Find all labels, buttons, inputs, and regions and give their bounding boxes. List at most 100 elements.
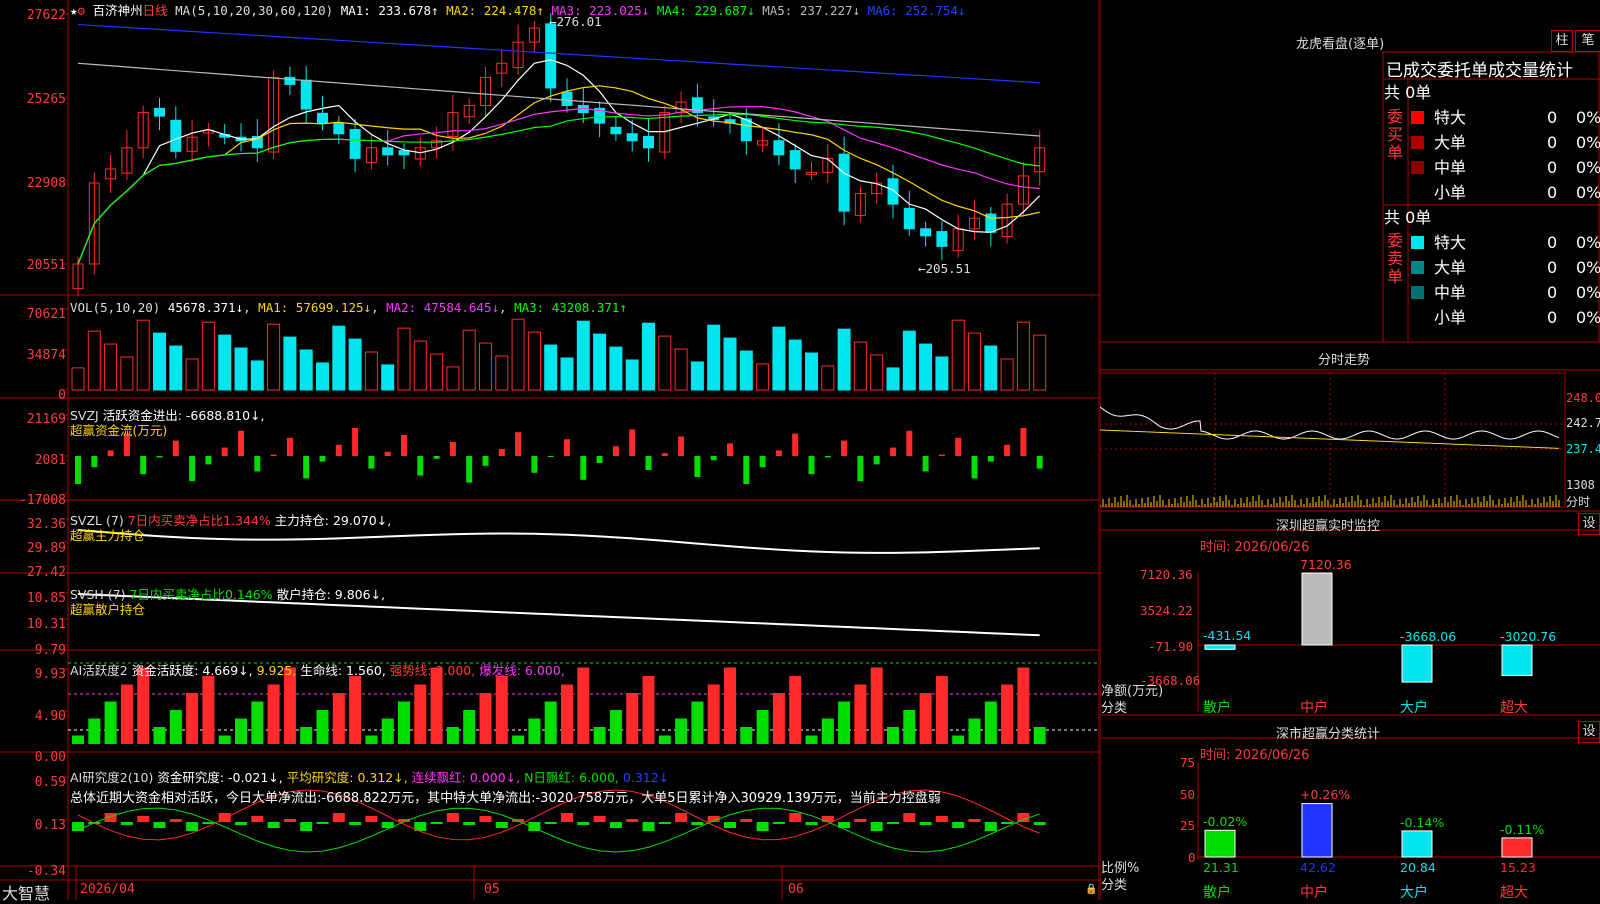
lhb-row[interactable]: 特大 0 0% [1384,230,1600,255]
volume-bar [625,359,639,391]
ma2-value: MA2: 224.478↑ [446,3,544,18]
monitor-axis-tick: 3524.22 [1140,603,1193,618]
lhb-total: 共 0单 [1384,83,1432,102]
research-bar [104,813,117,822]
stock-name[interactable]: 百济神州 [93,3,143,18]
research-bar [724,822,736,828]
lhb-row[interactable]: 中单 0 0% [1384,155,1600,180]
activity-bar [919,693,932,744]
ai2-axis-tick: 0.13 [34,818,66,833]
activity-bar [528,718,541,744]
research-bar [153,822,166,828]
research-bar [202,822,215,824]
monitor-bar [1204,644,1236,650]
lhb-row-pct: 0% [1576,183,1600,202]
monitor-bar [1401,644,1433,683]
lhb-row-name: 中单 [1434,283,1467,302]
volume-bar [1016,321,1030,391]
research-bar [446,813,459,822]
monitor-x-label: 分类 [1101,701,1128,716]
fund-flow-bar [971,456,978,479]
activity-bar [267,684,280,744]
fund-flow-bar [710,456,717,461]
classify-settings-button[interactable]: 设 [1578,721,1600,743]
bar-mode-button[interactable]: 柱 [1551,30,1573,52]
volume-bar [805,352,818,391]
fund-flow-bar [743,456,750,484]
monitor-settings-button[interactable]: 设 [1578,513,1600,535]
svzl-subtitle: 超赢主力持仓 [70,528,146,543]
lhb-row-name: 中单 [1434,158,1467,177]
classify-title: 深市超赢分类统计 [1276,727,1381,742]
volume-bar [560,357,574,391]
lhb-row[interactable]: 大单 0 0% [1384,255,1600,280]
activity-bar [854,684,867,744]
activity-bar [642,676,655,744]
activity-bar [479,693,492,744]
research-bar [870,822,883,831]
fund-flow-bar [547,456,554,457]
color-swatch [1411,136,1424,149]
monitor-value-label: -3020.76 [1500,629,1557,644]
vol-axis-tick: 0 [58,388,66,403]
research-bar [332,813,345,822]
lhb-row[interactable]: 中单 0 0% [1384,280,1600,305]
lhb-row[interactable]: 特大 0 0% [1384,105,1600,130]
color-swatch [1411,186,1424,199]
candle-body [284,76,296,85]
candle-body [545,23,557,89]
volume-bar [153,332,166,391]
candle-body [154,107,165,117]
classify-pct-label: -0.11% [1500,822,1545,837]
classify-pct-label: +0.26% [1300,787,1351,802]
fund-flow-bar [759,456,766,468]
volume-bar [951,319,965,391]
research-bar [349,822,362,825]
fund-flow-bar [938,454,945,456]
research-bar [887,822,899,824]
lhb-row[interactable]: 小单 0 0% [1384,180,1600,205]
lock-icon[interactable]: 🔒 [1085,884,1097,895]
lhb-row-name: 特大 [1434,233,1467,252]
gear-icon[interactable]: ⚙ [78,3,86,18]
color-swatch [1411,111,1424,124]
period-label[interactable]: 日线 [143,3,168,18]
volume-bar [348,338,362,391]
monitor-axis-tick: -71.90 [1148,639,1194,654]
classify-category: 散户 [1203,885,1231,901]
fund-flow-bar [890,447,896,456]
lhb-row[interactable]: 小单 0 0% [1384,305,1600,330]
fund-flow-bar [792,433,799,456]
volume-bar [71,367,85,391]
activity-bar [512,735,525,744]
ai1-axis-tick: 9.93 [34,667,66,682]
activity-bar [120,684,133,744]
kline-chart-area[interactable] [0,0,1100,900]
brand-logo[interactable]: 大智慧 [2,880,50,904]
lhb-row[interactable]: 大单 0 0% [1384,130,1600,155]
fund-flow-bar [303,456,310,479]
research-bar [561,813,573,822]
fund-flow-bar [678,436,685,456]
price-axis-tick: 22908 [26,176,66,191]
volume-bar [527,331,541,391]
star-icon[interactable]: ★ [70,3,78,18]
lhb-row-value: 0 [1547,133,1558,152]
activity-bar [968,718,981,744]
volume-bar [609,346,623,391]
fund-flow-bar [612,446,619,456]
lhb-row-name: 小单 [1434,183,1467,202]
tick-mode-button[interactable]: 笔 [1575,30,1600,52]
classify-bar [1204,829,1236,858]
activity-bar [365,735,378,744]
classify-axis-tick: 75 [1180,755,1196,770]
fund-flow-bar [140,456,147,475]
volume-bar [886,367,900,391]
fund-flow-bar [384,451,391,456]
fund-flow-bar [254,456,261,472]
volume-bar [870,354,884,391]
fund-flow-bar [352,428,359,456]
color-swatch [1411,161,1424,174]
volume-bar [902,330,916,391]
x-axis-date: 2026/04 [80,882,135,897]
